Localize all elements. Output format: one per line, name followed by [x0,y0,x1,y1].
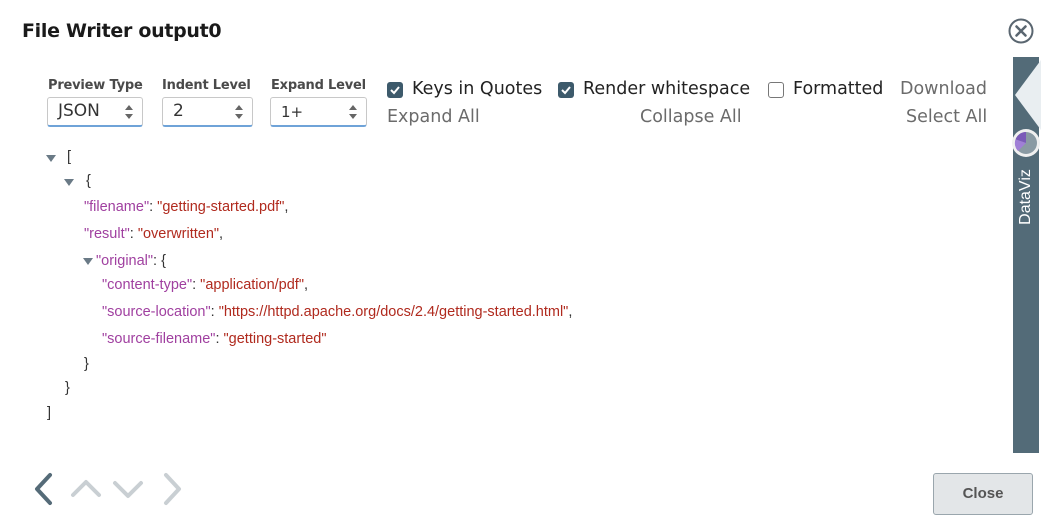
formatted-checkbox[interactable] [768,82,784,98]
keys-in-quotes-checkbox[interactable] [387,82,403,98]
svg-text:DataViz: DataViz [1017,169,1034,225]
indent-level-value: 2 [173,101,184,121]
json-value: "application/pdf" [200,277,304,293]
close-icon[interactable] [1008,18,1034,44]
collapse-toggle-icon[interactable] [64,179,74,186]
chevron-right-icon[interactable] [160,472,184,506]
dataviz-label[interactable]: DataViz [1016,162,1036,232]
json-value: "getting-started" [223,331,327,347]
chevron-down-icon[interactable] [112,478,144,502]
tree-open-object: { [86,173,91,189]
select-all-link[interactable]: Select All [906,107,987,127]
tree-close-inner: } [84,356,89,372]
collapse-toggle-icon[interactable] [46,155,56,162]
expand-level-value: 1+ [281,103,304,121]
tree-row-filename: "filename": "getting-started.pdf", [84,199,289,215]
json-key: "content-type" [102,277,193,293]
tree-row-result: "result": "overwritten", [84,226,224,242]
json-value: "overwritten" [137,226,220,242]
json-key: "result" [84,226,130,242]
json-value: "getting-started.pdf" [157,199,285,215]
spinner-icon [125,105,133,119]
preview-type-label: Preview Type [48,78,143,93]
pie-chart-icon [1012,129,1040,157]
preview-type-select[interactable]: JSON [47,97,143,127]
tree-row-original: "original": { [96,253,166,269]
render-whitespace-checkbox[interactable] [558,82,574,98]
formatted-label[interactable]: Formatted [793,79,883,99]
check-icon [390,86,400,95]
keys-in-quotes-label[interactable]: Keys in Quotes [412,79,542,99]
expand-level-label: Expand Level [271,78,366,93]
tree-row-source-location: "source-location": "https://httpd.apache… [102,304,573,320]
json-key: "original" [96,253,154,269]
indent-level-label: Indent Level [162,78,251,93]
collapse-arrow-icon[interactable] [1013,60,1041,130]
tree-row-content-type: "content-type": "application/pdf", [102,277,309,293]
expand-level-input[interactable]: 1+ [270,97,367,127]
json-value: "https://httpd.apache.org/docs/2.4/getti… [218,304,569,320]
chevron-left-icon[interactable] [32,472,56,506]
spinner-icon [349,105,357,119]
tree-close-array: ] [47,405,52,421]
expand-all-link[interactable]: Expand All [387,107,480,127]
render-whitespace-label[interactable]: Render whitespace [583,79,750,99]
preview-type-value: JSON [58,101,100,121]
json-key: "source-filename" [102,331,216,347]
chevron-up-icon[interactable] [70,476,102,500]
json-key: "source-location" [102,304,211,320]
tree-open-array: [ [67,149,72,165]
indent-level-input[interactable]: 2 [162,97,253,127]
collapse-all-link[interactable]: Collapse All [640,107,742,127]
close-button[interactable]: Close [933,473,1033,515]
check-icon [561,86,571,95]
tree-close-object: } [65,380,70,396]
dialog-title: File Writer output0 [22,20,222,42]
json-key: "filename" [84,199,150,215]
download-link[interactable]: Download [900,79,987,99]
tree-row-source-filename: "source-filename": "getting-started" [102,331,327,347]
collapse-toggle-icon[interactable] [83,258,93,265]
spinner-icon [235,105,243,119]
